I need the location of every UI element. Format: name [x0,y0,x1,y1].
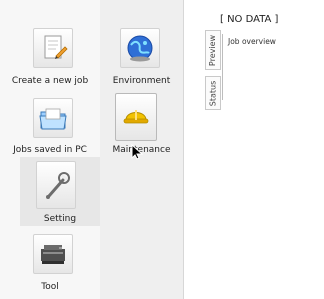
hard-hat-icon [115,93,157,141]
wrench-icon [36,161,76,209]
menu-tool[interactable]: Tool [0,226,100,299]
menu-jobs-saved-in-pc[interactable]: Jobs saved in PC [0,92,100,164]
tab-label: Preview [208,34,218,66]
mouse-cursor-icon [131,143,145,160]
menu-label: Create a new job [11,76,89,86]
menu-label: Setting [43,214,77,224]
globe-icon [120,28,160,68]
panel-title: [ NO DATA ] [220,14,279,25]
vertical-tabs: Preview Status [205,30,223,130]
menu-label: Jobs saved in PC [13,145,87,155]
tab-status[interactable]: Status [205,76,221,110]
menu-label: Environment [112,76,171,86]
folder-open-icon [33,98,73,138]
menu-create-new-job[interactable]: Create a new job [0,0,100,92]
tab-preview[interactable]: Preview [205,30,221,70]
menu-label: Tool [41,282,59,292]
tab-label: Status [208,80,218,106]
job-overview-label: Job overview [228,37,276,46]
printer-machine-icon [33,234,73,274]
menu-setting[interactable]: Setting [20,157,100,226]
app-window: Create a new job Jobs saved in PC Settin… [0,0,324,299]
document-edit-icon [33,28,73,68]
tab-separator [222,34,223,100]
left-sidebar: Create a new job Jobs saved in PC Settin… [0,0,100,299]
menu-environment[interactable]: Environment [100,0,183,92]
